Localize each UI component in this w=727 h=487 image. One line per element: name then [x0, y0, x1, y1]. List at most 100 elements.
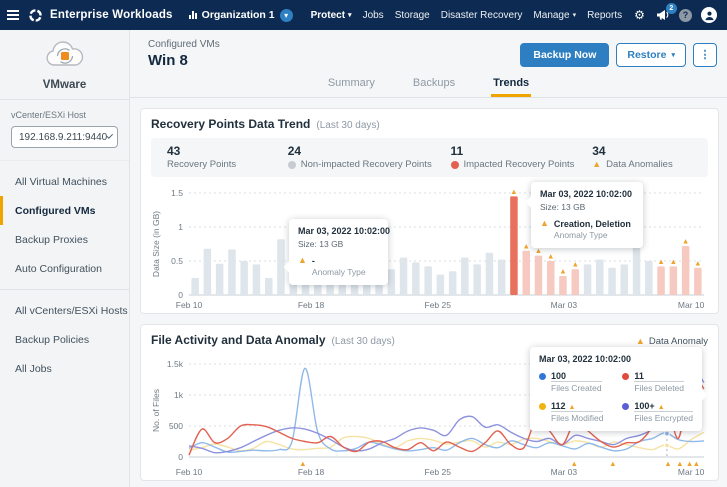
host-label: vCenter/ESXi Host [11, 110, 87, 120]
warning-triangle-icon: ▲ [635, 336, 645, 346]
host-select[interactable]: 192.168.9.211:9440 [11, 126, 118, 148]
help-icon[interactable]: ? [679, 8, 692, 22]
recovery-tooltip-2: Mar 03, 2022 10:02:00 Size: 13 GB ▲ Crea… [525, 182, 643, 248]
sidebar-item-backup-policies[interactable]: Backup Policies [0, 325, 129, 354]
sidebar-item-backup-proxies[interactable]: Backup Proxies [0, 225, 129, 254]
sidebar-item-auto-configuration[interactable]: Auto Configuration [0, 254, 129, 283]
recovery-stats-bar: 43 Recovery Points 24 Non-impacted Recov… [151, 138, 708, 177]
restore-button[interactable]: Restore ▾ [616, 43, 686, 67]
svg-text:Data Size (in GB): Data Size (in GB) [151, 211, 161, 277]
warning-triangle-icon: ▲ [568, 404, 576, 411]
sidebar-item-all-jobs[interactable]: All Jobs [0, 354, 129, 383]
svg-text:▲: ▲ [570, 459, 577, 468]
tooltip-files-deleted: 11 Files Deleted [622, 371, 693, 393]
main-content: Configured VMs Win 8 Backup Now Restore ▾… [130, 30, 727, 487]
tooltip-files-encrypted: 100+ ▲ Files Encrypted [622, 401, 693, 423]
svg-text:500: 500 [169, 421, 183, 431]
more-actions-kebab-button[interactable]: ⋮ [693, 43, 717, 67]
app-title: Enterprise Workloads [50, 9, 173, 21]
svg-text:▲: ▲ [299, 459, 306, 468]
tab-trends[interactable]: Trends [491, 71, 532, 97]
file-activity-chart-area: 0 500 1k 1.5k No. of Files Feb 10 Feb 18 Feb 25… [151, 347, 708, 484]
svg-text:▲: ▲ [559, 267, 566, 276]
blue-dot-icon [539, 373, 546, 380]
svg-text:Feb 10: Feb 10 [176, 300, 203, 310]
yellow-dot-icon [539, 403, 546, 410]
svg-text:▲: ▲ [609, 459, 616, 468]
sidebar: VMware vCenter/ESXi Host 192.168.9.211:9… [0, 30, 130, 487]
svg-text:▲: ▲ [693, 459, 700, 468]
svg-text:Feb 18: Feb 18 [298, 300, 325, 310]
svg-text:1: 1 [178, 222, 183, 232]
svg-text:0.5: 0.5 [171, 256, 183, 266]
stat-recovery-points: 43 Recovery Points [167, 144, 237, 170]
chevron-down-icon [106, 132, 114, 139]
sidebar-divider [0, 289, 129, 290]
organization-selector[interactable]: Organization 1 ▾ [188, 8, 293, 22]
warning-triangle-icon: ▲ [540, 218, 549, 228]
svg-text:▲: ▲ [670, 257, 677, 266]
svg-text:▲: ▲ [657, 257, 664, 266]
announcements-icon[interactable]: 2 [656, 3, 677, 21]
tab-bar: Summary Backups Trends [130, 71, 727, 98]
hamburger-menu-icon[interactable] [0, 10, 26, 20]
user-avatar[interactable] [701, 7, 717, 23]
svg-text:Mar 03: Mar 03 [551, 467, 578, 477]
warning-triangle-icon: ▲ [657, 404, 665, 411]
stat-non-impacted: 24 Non-impacted Recovery Points [287, 144, 432, 170]
breadcrumb[interactable]: Configured VMs [148, 39, 220, 50]
tab-backups[interactable]: Backups [411, 71, 457, 97]
svg-text:Mar 10: Mar 10 [678, 467, 705, 477]
settings-gear-icon[interactable]: ⚙ [634, 9, 645, 21]
stat-anomalies: 34 ▲ Data Anomalies [592, 144, 673, 170]
recovery-tooltip-1: Mar 03, 2022 10:02:00 Size: 13 GB ▲ - An… [283, 219, 390, 285]
main-menu: Protect ▾ Jobs Storage Disaster Recovery … [311, 10, 623, 21]
warning-triangle-icon: ▲ [592, 159, 602, 169]
nav-item-protect[interactable]: Protect ▾ [311, 10, 352, 21]
sidebar-item-all-vcenters-esxi-hosts[interactable]: All vCenters/ESXi Hosts [0, 296, 129, 325]
notification-badge: 2 [665, 3, 677, 14]
gray-dot-icon [287, 160, 296, 169]
svg-text:▲: ▲ [510, 187, 517, 196]
svg-text:Feb 10: Feb 10 [176, 467, 203, 477]
chevron-down-icon[interactable]: ▾ [279, 8, 293, 22]
svg-text:0: 0 [178, 452, 183, 462]
purple-dot-icon [622, 403, 630, 410]
svg-text:▲: ▲ [676, 459, 683, 468]
warning-triangle-icon: ▲ [298, 255, 307, 265]
card-subtitle: (Last 30 days) [316, 120, 380, 131]
svg-text:▲: ▲ [547, 252, 554, 261]
svg-text:Feb 25: Feb 25 [425, 300, 452, 310]
tab-summary[interactable]: Summary [326, 71, 377, 97]
svg-text:0: 0 [178, 290, 183, 300]
svg-text:Mar 10: Mar 10 [678, 300, 705, 310]
sidebar-nav: All Virtual Machines Configured VMs Back… [0, 161, 129, 383]
backup-now-button[interactable]: Backup Now [520, 43, 610, 67]
chevron-down-icon: ▾ [572, 12, 577, 19]
platform-name: VMware [42, 79, 87, 91]
nav-item-disaster-recovery[interactable]: Disaster Recovery [441, 10, 523, 21]
chevron-down-icon: ▾ [671, 52, 675, 59]
nav-item-manage[interactable]: Manage ▾ [533, 10, 576, 21]
nav-item-reports[interactable]: Reports [587, 10, 622, 21]
svg-text:Feb 18: Feb 18 [298, 467, 325, 477]
svg-text:▲: ▲ [694, 258, 701, 267]
red-dot-icon [622, 373, 630, 380]
file-activity-tooltip: Mar 03, 2022 10:02:00 100 Files Created … [530, 347, 708, 431]
recovery-points-card: Recovery Points Data Trend (Last 30 days… [140, 108, 719, 314]
card-title: Recovery Points Data Trend [151, 117, 311, 131]
svg-text:▲: ▲ [664, 459, 671, 468]
svg-text:▲: ▲ [682, 237, 689, 246]
svg-text:▲: ▲ [572, 260, 579, 269]
chevron-down-icon: ▾ [348, 12, 352, 19]
file-activity-card: File Activity and Data Anomaly (Last 30 … [140, 324, 719, 481]
nav-item-jobs[interactable]: Jobs [363, 10, 384, 21]
app-logo-icon [28, 8, 43, 23]
sidebar-item-all-virtual-machines[interactable]: All Virtual Machines [0, 167, 129, 196]
card-subtitle: (Last 30 days) [331, 336, 395, 347]
svg-text:No. of Files: No. of Files [151, 389, 161, 432]
svg-text:1.5: 1.5 [171, 188, 183, 198]
sidebar-item-configured-vms[interactable]: Configured VMs [0, 196, 129, 225]
nav-item-storage[interactable]: Storage [395, 10, 430, 21]
platform-card: VMware [0, 30, 129, 100]
